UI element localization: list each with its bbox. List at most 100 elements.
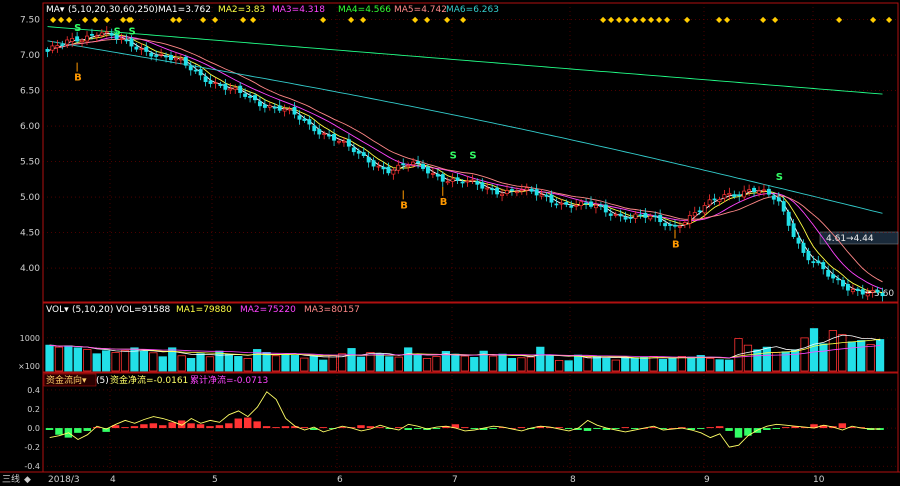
money-flow-bars — [45, 391, 884, 448]
candle-body — [327, 134, 332, 137]
signal-diamond: ◆ — [320, 15, 327, 24]
candle-body — [243, 93, 248, 97]
flow-bar — [130, 426, 139, 429]
candle-body — [332, 134, 337, 141]
flow-bar — [262, 426, 271, 429]
flow-cum-value: 累计净流=-0.0713 — [190, 374, 268, 386]
candle-body — [317, 129, 322, 135]
month-tick-label: 4 — [110, 475, 116, 485]
candle-body — [509, 189, 514, 191]
volume-bar — [611, 359, 620, 372]
candle-body — [875, 289, 880, 293]
stock-chart-window: MA▾ (5,10,20,30,60,250) MA1=3.762 MA2=3.… — [0, 0, 900, 486]
volume-bar — [630, 357, 639, 372]
candle-body — [435, 173, 440, 177]
axis-layer: 7.50 7.00 6.50 6.00 5.50 5.00 4.50 4.00 1000 ×100… — [18, 16, 825, 485]
candle-body — [89, 34, 94, 36]
candle-body — [485, 187, 490, 190]
candle-body — [870, 289, 875, 293]
volume-bar — [602, 358, 611, 372]
flow-bar — [838, 423, 847, 429]
volume-bar — [706, 358, 715, 372]
volume-bar — [658, 359, 668, 372]
candle-body — [411, 161, 416, 165]
candle-body — [198, 69, 203, 76]
volume-bar — [196, 353, 205, 372]
month-tick-label: 5 — [212, 475, 218, 485]
candle-body — [307, 119, 312, 125]
flow-bar — [140, 424, 148, 429]
flow-bar — [772, 428, 780, 430]
flow-bar — [159, 425, 167, 429]
flow-indicator-name[interactable]: 资金流向▾ — [46, 374, 87, 386]
candle-body — [65, 39, 70, 45]
volume-bar — [677, 356, 686, 372]
ma3-value: MA3=4.318 — [272, 5, 325, 15]
volume-bar — [309, 355, 318, 372]
volume-bar — [819, 343, 828, 372]
vol-indicator-name[interactable]: VOL▾ — [46, 305, 69, 315]
flow-bar — [517, 427, 526, 429]
candle-body — [618, 213, 623, 217]
candle-body — [761, 189, 766, 192]
candle-body — [757, 190, 761, 194]
candle-body — [455, 177, 460, 181]
buy-signal: B — [440, 197, 448, 208]
flow-bar — [206, 426, 214, 429]
flow-bar — [121, 427, 129, 429]
candle-body — [257, 101, 262, 107]
volume-bar — [536, 346, 545, 372]
candle-body — [564, 202, 569, 205]
candle-body — [643, 212, 648, 218]
volume-bar — [262, 352, 271, 372]
signal-diamond: ◆ — [648, 15, 655, 24]
candle-body — [554, 203, 559, 206]
ma-indicator-name[interactable]: MA▾ — [46, 5, 65, 15]
flow-bar — [432, 428, 441, 430]
volume-bar — [234, 356, 243, 372]
volume-bar — [875, 339, 885, 372]
ma-line — [47, 32, 883, 294]
volume-bar — [45, 344, 54, 372]
candle-body — [460, 181, 465, 184]
bottom-arrow-icon[interactable]: ◆ — [24, 475, 31, 485]
flow-bar — [55, 428, 63, 435]
flow-bar — [319, 427, 327, 429]
volume-bar — [460, 355, 469, 372]
candle-body — [519, 189, 524, 192]
candle-body — [712, 198, 717, 201]
candle-body — [282, 108, 287, 112]
signal-diamond: ◆ — [360, 15, 367, 24]
volume-bar — [555, 359, 564, 372]
candle-body — [287, 108, 292, 111]
volume-bar — [828, 330, 838, 372]
ma-params: (5,10,20,30,60,250) — [68, 5, 158, 15]
volume-bar — [526, 356, 535, 372]
volume-bar — [498, 353, 507, 372]
candle-body — [771, 195, 776, 200]
candle-body — [45, 49, 50, 52]
candle-body — [687, 215, 692, 224]
candle-body — [203, 76, 208, 83]
volume-bar — [120, 350, 130, 372]
price-tick-label: 6.50 — [20, 87, 40, 97]
volume-bar — [866, 344, 875, 372]
signal-diamond: ◆ — [772, 15, 779, 24]
bottom-mode-label[interactable]: 三线 — [2, 473, 20, 485]
flow-bar — [612, 428, 620, 430]
volume-bar — [102, 350, 111, 372]
signal-diamond: ◆ — [348, 15, 355, 24]
stock-chart-svg[interactable]: MA▾ (5,10,20,30,60,250) MA1=3.762 MA2=3.… — [0, 0, 900, 486]
volume-bar — [753, 349, 762, 372]
candle-body — [593, 204, 598, 209]
volume-bar — [290, 355, 300, 372]
volume-bar — [800, 337, 809, 372]
candle-body — [376, 165, 381, 168]
volume-bar — [413, 354, 422, 372]
volume-bar — [375, 353, 384, 372]
volume-bar — [715, 359, 724, 372]
candle-body — [505, 190, 509, 194]
flow-bar — [196, 424, 205, 429]
candle-body — [677, 226, 682, 228]
flow-bar — [253, 421, 261, 429]
